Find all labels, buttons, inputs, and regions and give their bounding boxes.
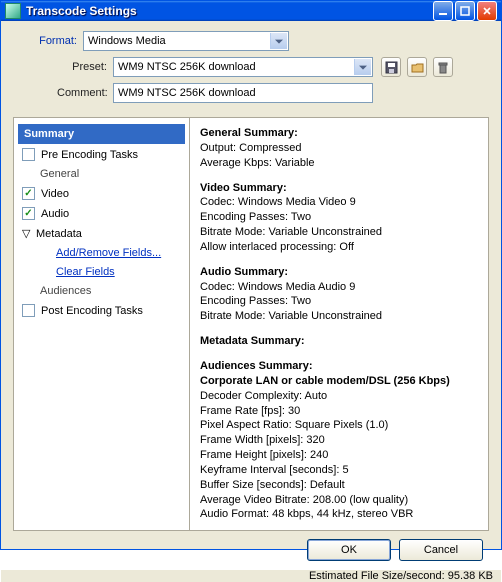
format-value: Windows Media <box>88 35 166 47</box>
detail-line: Frame Rate [fps]: 30 <box>200 404 478 419</box>
detail-line: Codec: Windows Media Audio 9 <box>200 280 478 295</box>
tree-audiences[interactable]: Audiences <box>18 282 185 300</box>
tree-post-encoding[interactable]: Post Encoding Tasks <box>18 301 185 320</box>
dialog-buttons: OK Cancel <box>13 531 489 565</box>
detail-line: Frame Height [pixels]: 240 <box>200 448 478 463</box>
audiences-summary-title: Audiences Summary: <box>200 359 478 374</box>
comment-value: WM9 NTSC 256K download <box>118 87 256 99</box>
general-summary-title: General Summary: <box>200 126 478 141</box>
checkbox-icon[interactable] <box>22 304 35 317</box>
detail-line: Encoding Passes: Two <box>200 294 478 309</box>
detail-line: Pixel Aspect Ratio: Square Pixels (1.0) <box>200 418 478 433</box>
chevron-down-icon <box>275 40 283 44</box>
tree-audio[interactable]: ✓ Audio <box>18 204 185 223</box>
tree-metadata[interactable]: ▽ Metadata <box>18 224 185 243</box>
transcode-settings-dialog: Transcode Settings Format: Windows Media… <box>0 0 502 550</box>
checkbox-icon[interactable]: ✓ <box>22 187 35 200</box>
chevron-down-icon <box>359 66 367 70</box>
save-preset-button[interactable] <box>381 57 401 77</box>
detail-line: Codec: Windows Media Video 9 <box>200 195 478 210</box>
window-title: Transcode Settings <box>26 4 433 18</box>
preset-value: WM9 NTSC 256K download <box>118 61 256 73</box>
checkbox-icon[interactable] <box>22 148 35 161</box>
content-area: Format: Windows Media Preset: WM9 NTSC 2… <box>1 21 501 569</box>
maximize-button[interactable] <box>455 1 475 21</box>
minimize-button[interactable] <box>433 1 453 21</box>
app-icon <box>5 3 21 19</box>
tree-pre-encoding[interactable]: Pre Encoding Tasks <box>18 145 185 164</box>
detail-line: Buffer Size [seconds]: Default <box>200 478 478 493</box>
floppy-icon <box>385 61 398 74</box>
detail-line: Average Kbps: Variable <box>200 156 478 171</box>
detail-line: Frame Width [pixels]: 320 <box>200 433 478 448</box>
titlebar: Transcode Settings <box>1 1 501 21</box>
comment-input[interactable]: WM9 NTSC 256K download <box>113 83 373 103</box>
details-panel: General Summary: Output: Compressed Aver… <box>190 118 488 530</box>
status-text: Estimated File Size/second: 95.38 KB <box>309 570 493 582</box>
expander-down-icon[interactable]: ▽ <box>22 227 32 240</box>
close-button[interactable] <box>477 1 497 21</box>
detail-line: Bitrate Mode: Variable Unconstrained <box>200 309 478 324</box>
detail-line: Output: Compressed <box>200 141 478 156</box>
trash-icon <box>437 61 449 74</box>
open-preset-button[interactable] <box>407 57 427 77</box>
tree-add-remove-fields[interactable]: Add/Remove Fields... <box>18 244 185 262</box>
main-panel: Summary Pre Encoding Tasks General ✓ Vid… <box>13 117 489 531</box>
tree-general[interactable]: General <box>18 165 185 183</box>
detail-line: Allow interlaced processing: Off <box>200 240 478 255</box>
detail-line: Audio Format: 48 kbps, 44 kHz, stereo VB… <box>200 507 478 522</box>
cancel-button[interactable]: Cancel <box>399 539 483 561</box>
comment-label: Comment: <box>57 87 113 99</box>
preset-select[interactable]: WM9 NTSC 256K download <box>113 57 373 77</box>
detail-line: Bitrate Mode: Variable Unconstrained <box>200 225 478 240</box>
statusbar: Estimated File Size/second: 95.38 KB <box>1 569 501 582</box>
video-summary-title: Video Summary: <box>200 181 478 196</box>
audience-name: Corporate LAN or cable modem/DSL (256 Kb… <box>200 374 478 389</box>
nav-tree: Summary Pre Encoding Tasks General ✓ Vid… <box>14 118 190 530</box>
folder-icon <box>411 61 424 74</box>
delete-preset-button[interactable] <box>433 57 453 77</box>
metadata-summary-title: Metadata Summary: <box>200 334 478 349</box>
tree-summary[interactable]: Summary <box>18 124 185 144</box>
checkbox-icon[interactable]: ✓ <box>22 207 35 220</box>
tree-clear-fields[interactable]: Clear Fields <box>18 263 185 281</box>
detail-line: Keyframe Interval [seconds]: 5 <box>200 463 478 478</box>
format-select[interactable]: Windows Media <box>83 31 289 51</box>
detail-line: Encoding Passes: Two <box>200 210 478 225</box>
ok-button[interactable]: OK <box>307 539 391 561</box>
detail-line: Average Video Bitrate: 208.00 (low quali… <box>200 493 478 508</box>
format-label: Format: <box>13 35 83 47</box>
tree-video[interactable]: ✓ Video <box>18 184 185 203</box>
detail-line: Decoder Complexity: Auto <box>200 389 478 404</box>
audio-summary-title: Audio Summary: <box>200 265 478 280</box>
preset-label: Preset: <box>57 61 113 73</box>
